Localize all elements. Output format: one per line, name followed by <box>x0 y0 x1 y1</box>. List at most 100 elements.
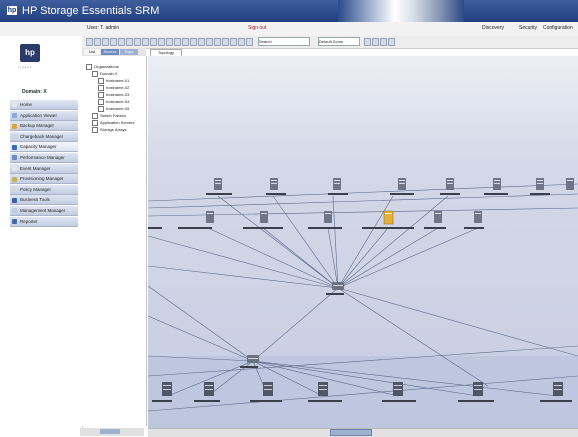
header-link-discovery[interactable]: Discovery <box>482 25 504 31</box>
tree-node[interactable]: Storage Arrays <box>92 127 126 133</box>
toolbar-button[interactable] <box>174 38 181 46</box>
toolbar-button[interactable] <box>102 38 109 46</box>
switch-icon[interactable] <box>247 355 259 363</box>
tree-hscroll-thumb[interactable] <box>100 429 120 434</box>
toolbar-button[interactable] <box>246 38 253 46</box>
storage-icon[interactable] <box>473 382 483 396</box>
server-icon[interactable] <box>206 211 214 223</box>
tree-node[interactable]: Application Servers <box>92 120 134 126</box>
toolbar-button[interactable] <box>190 38 197 46</box>
sidebar-item-label: Business Tools <box>20 197 50 203</box>
tree-expander-icon[interactable] <box>86 64 92 70</box>
sidebar-item-reporter[interactable]: Reporter <box>10 216 78 227</box>
storage-icon[interactable] <box>318 382 328 396</box>
storage-icon[interactable] <box>553 382 563 396</box>
storage-icon[interactable] <box>263 382 273 396</box>
toolbar-button[interactable] <box>372 38 379 46</box>
tree-expander-icon[interactable] <box>92 71 98 77</box>
toolbar-button[interactable] <box>230 38 237 46</box>
sidebar-item-business-tools[interactable]: Business Tools <box>10 195 78 206</box>
toolbar-button[interactable] <box>94 38 101 46</box>
toolbar-button[interactable] <box>110 38 117 46</box>
storage-icon[interactable] <box>162 382 172 396</box>
toolbar-button[interactable] <box>198 38 205 46</box>
sidebar-item-provisioning[interactable]: Provisioning Manager <box>10 174 78 185</box>
storage-icon[interactable] <box>204 382 214 396</box>
toolbar-button[interactable] <box>86 38 93 46</box>
server-icon[interactable] <box>270 178 278 190</box>
tree-node[interactable]: Switch Fabrics <box>92 113 126 119</box>
toolbar-button[interactable] <box>142 38 149 46</box>
server-icon[interactable] <box>434 211 442 223</box>
server-icon[interactable] <box>474 211 482 223</box>
toolbar-button[interactable] <box>126 38 133 46</box>
tree-node[interactable]: hostname-04 <box>98 99 129 105</box>
hp-logo-icon: hp <box>7 6 17 15</box>
toolbar-button[interactable] <box>214 38 221 46</box>
banner-image <box>338 0 464 22</box>
tree-expander-icon[interactable] <box>92 113 98 119</box>
sidebar-item-app-viewer[interactable]: Application Viewer <box>10 110 78 121</box>
server-icon[interactable] <box>333 178 341 190</box>
server-icon[interactable] <box>493 178 501 190</box>
sidebar-item-label: Provisioning Manager <box>20 176 64 182</box>
sidebar-item-home[interactable]: Home <box>10 100 78 110</box>
canvas-hscroll-thumb[interactable] <box>330 429 372 436</box>
toolbar-button[interactable] <box>158 38 165 46</box>
header-link-configuration[interactable]: Configuration <box>543 25 573 31</box>
tab-list[interactable]: List <box>84 49 100 55</box>
toolbar-button[interactable] <box>182 38 189 46</box>
header-link-security[interactable]: Security <box>519 25 537 31</box>
tree-node[interactable]: hostname-03 <box>98 92 129 98</box>
server-icon[interactable] <box>398 178 406 190</box>
sidebar-item-capacity[interactable]: Capacity Manager <box>10 142 78 153</box>
sidebar-item-event[interactable]: Event Manager <box>10 163 78 174</box>
toolbar-button[interactable] <box>150 38 157 46</box>
toolbar-button[interactable] <box>380 38 387 46</box>
signout-link[interactable]: Sign out <box>248 25 266 31</box>
reporter-icon <box>12 218 17 224</box>
toolbar-button[interactable] <box>364 38 371 46</box>
sidebar-item-chargeback[interactable]: Chargeback Manager <box>10 131 78 142</box>
tree-node[interactable]: hostname-05 <box>98 106 129 112</box>
tree-node[interactable]: hostname-01 <box>98 78 129 84</box>
server-icon[interactable] <box>446 178 454 190</box>
sidebar-item-backup[interactable]: Backup Manager <box>10 121 78 132</box>
tree-expander-icon[interactable] <box>92 127 98 133</box>
tree-node-label: hostname-04 <box>106 99 130 105</box>
tree-expander-icon[interactable] <box>98 99 104 105</box>
tree-expander-icon[interactable] <box>98 85 104 91</box>
server-icon-selected[interactable] <box>383 210 394 225</box>
sidebar-item-label: Application Viewer <box>20 112 57 118</box>
server-icon[interactable] <box>566 178 574 190</box>
toolbar-button[interactable] <box>166 38 173 46</box>
tab-topo[interactable]: Topo <box>120 49 138 55</box>
tree-node[interactable]: hostname-02 <box>98 85 129 91</box>
toolbar-button[interactable] <box>388 38 395 46</box>
sidebar-item-performance[interactable]: Performance Manager <box>10 153 78 163</box>
hp-badge: hp <box>20 44 40 62</box>
sidebar-item-management[interactable]: Management Manager <box>10 206 78 216</box>
server-icon[interactable] <box>260 211 268 223</box>
toolbar-button[interactable] <box>134 38 141 46</box>
tree-expander-icon[interactable] <box>98 106 104 112</box>
toolbar-button[interactable] <box>238 38 245 46</box>
tab-access[interactable]: Access <box>101 49 119 55</box>
toolbar-button[interactable] <box>206 38 213 46</box>
tree-expander-icon[interactable] <box>92 120 98 126</box>
tree-node[interactable]: Organizations <box>86 64 119 70</box>
server-icon[interactable] <box>324 211 332 223</box>
tree-expander-icon[interactable] <box>98 78 104 84</box>
server-icon[interactable] <box>536 178 544 190</box>
sidebar-item-policy[interactable]: Policy Manager <box>10 184 78 195</box>
tree-node[interactable]: Domain X <box>92 71 118 77</box>
search-input[interactable]: Search <box>258 37 310 46</box>
tree-expander-icon[interactable] <box>98 92 104 98</box>
toolbar-button[interactable] <box>222 38 229 46</box>
topology-canvas[interactable] <box>148 56 578 428</box>
switch-icon[interactable] <box>332 282 344 290</box>
zoom-select[interactable]: Default Zoom <box>318 37 360 46</box>
toolbar-button[interactable] <box>118 38 125 46</box>
server-icon[interactable] <box>214 178 222 190</box>
storage-icon[interactable] <box>393 382 403 396</box>
